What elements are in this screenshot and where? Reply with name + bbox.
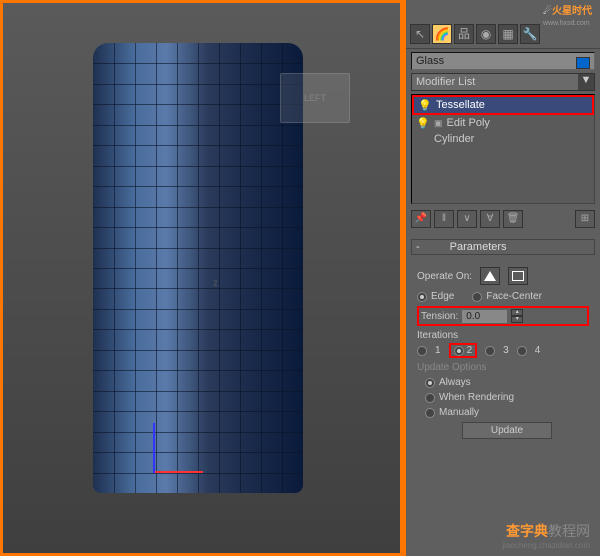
tension-value: 0.0 [466,311,480,322]
axis-z-label: z [213,278,218,289]
watermark-text2: 教程网 [548,523,590,539]
update-options-group: Always When Rendering Manually Update [425,377,589,439]
update-button[interactable]: Update [462,422,552,439]
wireframe-line [240,43,241,493]
make-unique-icon[interactable]: ∨ [457,210,477,228]
iter-2-radio[interactable] [454,346,464,356]
edge-facecenter-row: Edge Face-Center [417,291,589,302]
modifier-list-dropdown[interactable]: Modifier List ▼ [411,73,595,91]
iterations-radios: 1 2 3 4 [417,343,589,358]
pin-stack-icon[interactable]: 📌 [411,210,431,228]
stack-item-label: Tessellate [436,99,485,111]
remove-modifier-icon[interactable]: ∀ [480,210,500,228]
visibility-bulb-icon[interactable]: 💡 [418,99,430,111]
wireframe-line [114,43,115,493]
iter-3-radio[interactable] [485,346,495,356]
stack-item-label: Edit Poly [447,117,490,129]
iter-3-label: 3 [503,345,509,356]
always-radio[interactable] [425,378,435,388]
wireframe-line [261,43,262,493]
show-end-result-icon[interactable]: ‖ [434,210,454,228]
spacer [526,210,572,228]
whenrender-radio[interactable] [425,393,435,403]
update-button-label: Update [491,425,523,436]
viewport-3d[interactable]: LEFT z [0,0,403,556]
motion-tab-icon[interactable]: ◉ [476,24,496,44]
parameters-rollout-body: Operate On: Edge Face-Center Tension: 0.… [411,257,595,447]
whenrender-label: When Rendering [439,392,514,403]
viewcube-label: LEFT [304,93,326,103]
transform-gizmo[interactable] [153,413,213,473]
modifier-stack[interactable]: 💡 Tessellate 💡 ▣ Edit Poly Cylinder [411,94,595,204]
configure-sets-icon[interactable]: 🗑 [503,210,523,228]
manually-radio[interactable] [425,408,435,418]
watermark-url: jiaocheng.chazidian.com [502,541,590,550]
stack-toolbar: 📌 ‖ ∨ ∀ 🗑 ⊞ [411,207,595,231]
operate-triangle-button[interactable] [480,267,500,285]
update-options-label: Update Options [417,362,589,373]
watermark-text1: 查字典 [506,523,548,539]
stack-item-cylinder[interactable]: Cylinder [412,131,594,147]
manually-row: Manually [425,407,589,418]
operate-on-label: Operate On: [417,271,472,282]
configure-icon[interactable]: ⊞ [575,210,595,228]
stack-item-tessellate[interactable]: 💡 Tessellate [412,95,594,115]
operate-polygon-button[interactable] [508,267,528,285]
logo-text: 火星时代 [552,6,592,17]
tension-label: Tension: [421,311,458,322]
spinner-up-icon[interactable]: ▴ [511,309,523,316]
expand-icon[interactable]: ▣ [434,118,443,129]
facecenter-radio[interactable] [472,292,482,302]
iter-4-radio[interactable] [517,346,527,356]
logo-url: www.hxsd.com [543,20,590,27]
object-name-text: Glass [416,55,444,67]
edge-radio[interactable] [417,292,427,302]
stack-item-label: Cylinder [434,133,474,145]
parameters-rollout-header[interactable]: - Parameters [411,239,595,255]
logo-watermark: ☄火星时代 www.hxsd.com [543,2,592,28]
iter-4-label: 4 [535,345,541,356]
utilities-tab-icon[interactable]: 🔧 [520,24,540,44]
command-panel: ☄火星时代 www.hxsd.com ↖ 🌈 品 ◉ ▦ 🔧 Glass Mod… [403,0,600,556]
modifier-list-label: Modifier List [416,76,475,88]
visibility-bulb-icon[interactable]: 💡 [416,117,428,129]
viewcube[interactable]: LEFT [280,73,350,123]
tension-row: Tension: 0.0 ▴ ▾ [417,306,589,326]
stack-item-editpoly[interactable]: 💡 ▣ Edit Poly [412,115,594,131]
manually-label: Manually [439,407,479,418]
spinner-buttons: ▴ ▾ [511,309,523,323]
facecenter-label: Face-Center [486,291,542,302]
hierarchy-tab-icon[interactable]: 品 [454,24,474,44]
wireframe-line [135,43,136,493]
rollout-title: Parameters [450,241,507,253]
create-tab-icon[interactable]: ↖ [410,24,430,44]
collapse-icon[interactable]: - [416,241,420,253]
object-name-field[interactable]: Glass [411,52,595,70]
operate-on-row: Operate On: [417,267,589,285]
axis-z[interactable] [153,423,155,473]
wireframe-line [219,43,220,493]
iter-2-highlight: 2 [449,343,478,358]
always-row: Always [425,377,589,388]
iterations-label: Iterations [417,330,589,341]
iter-1-label: 1 [435,345,441,356]
watermark: 查字典教程网 jiaocheng.chazidian.com [502,521,590,550]
modify-tab-icon[interactable]: 🌈 [432,24,452,44]
always-label: Always [439,377,471,388]
axis-x[interactable] [153,471,203,473]
whenrender-row: When Rendering [425,392,589,403]
tension-spinner[interactable]: 0.0 [462,310,507,323]
spinner-down-icon[interactable]: ▾ [511,316,523,323]
iterations-group: Iterations 1 2 3 4 [417,330,589,358]
dropdown-arrow-icon[interactable]: ▼ [578,74,594,90]
logo-icon: ☄ [543,6,552,17]
object-color-swatch[interactable] [576,57,590,69]
iter-2-label: 2 [467,345,473,356]
iter-1-radio[interactable] [417,346,427,356]
edge-label: Edge [431,291,454,302]
display-tab-icon[interactable]: ▦ [498,24,518,44]
